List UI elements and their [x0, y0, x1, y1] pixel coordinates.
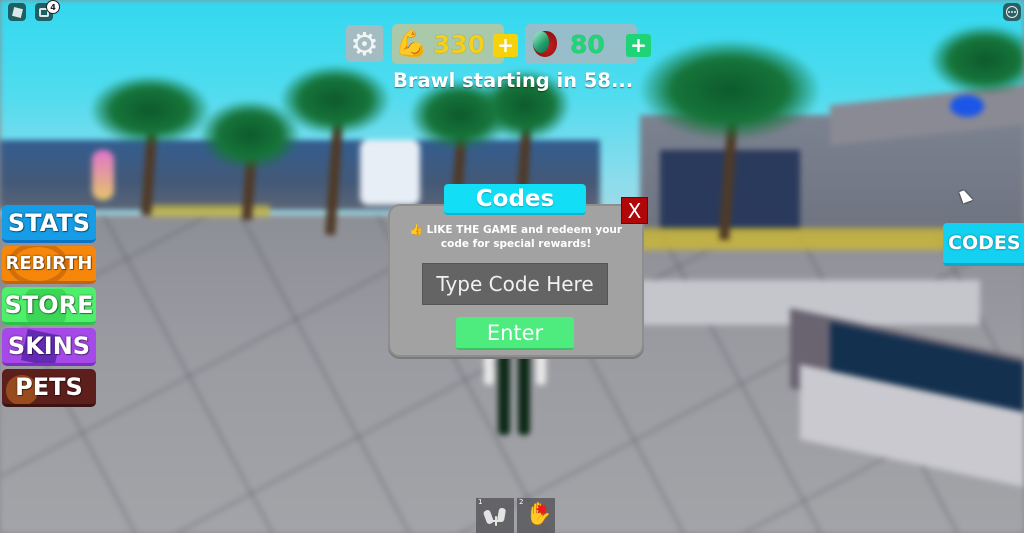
chat-notification-badge: 4 [46, 0, 60, 14]
enter-button[interactable]: Enter [456, 317, 574, 350]
gem-icon [530, 28, 558, 60]
stats-button[interactable]: STATS [2, 205, 96, 243]
gear-icon: ⚙ [350, 24, 379, 63]
codes-dialog-title: Codes [444, 184, 586, 215]
stats-label: STATS [7, 208, 91, 237]
player-character [480, 350, 550, 440]
slot-number: 2 [519, 498, 524, 506]
strength-counter: 💪 330 [392, 24, 504, 64]
palm-tree [640, 40, 820, 241]
gems-counter: 80 [525, 24, 637, 64]
description-text: LIKE THE GAME and redeem your code for s… [426, 224, 623, 250]
settings-button[interactable]: ⚙ [346, 25, 383, 62]
code-input[interactable] [422, 263, 608, 305]
strength-value: 330 [433, 29, 486, 59]
brawl-countdown-text: Brawl starting in 58... [393, 69, 634, 92]
skins-button[interactable]: SKINS [2, 328, 96, 366]
slot-number: 1 [478, 498, 483, 506]
palm-tree [930, 25, 1024, 115]
palm-tree [280, 65, 390, 236]
store-label: STORE [4, 290, 94, 319]
hotbar-slot-2[interactable]: 2 ✋ ✸ [517, 498, 555, 533]
pets-label: PETS [15, 372, 83, 401]
close-button[interactable]: X [621, 197, 648, 224]
thumbs-up-icon: 👍 [409, 224, 423, 236]
skins-label: SKINS [7, 331, 91, 360]
gems-value: 80 [570, 29, 605, 59]
dumbbell-icon [482, 507, 507, 528]
buy-strength-button[interactable]: + [493, 34, 518, 57]
more-options-button[interactable] [1003, 3, 1021, 21]
palm-tree [90, 75, 210, 225]
more-options-icon [1006, 6, 1018, 18]
pets-button[interactable]: PETS [2, 369, 96, 407]
rebirth-label: REBIRTH [5, 253, 93, 274]
impact-burst-icon: ✸ [535, 500, 549, 519]
codes-button[interactable]: CODES [943, 223, 1024, 266]
roblox-menu-button[interactable] [8, 3, 26, 21]
rebirth-button[interactable]: REBIRTH [2, 246, 96, 284]
roblox-logo-icon [11, 6, 23, 18]
hotbar-slot-1[interactable]: 1 [476, 498, 514, 533]
buy-gems-button[interactable]: + [626, 34, 651, 57]
flexed-bicep-icon: 💪 [395, 29, 428, 59]
store-button[interactable]: STORE [2, 287, 96, 325]
codes-dialog-description: 👍 LIKE THE GAME and redeem your code for… [405, 223, 627, 251]
